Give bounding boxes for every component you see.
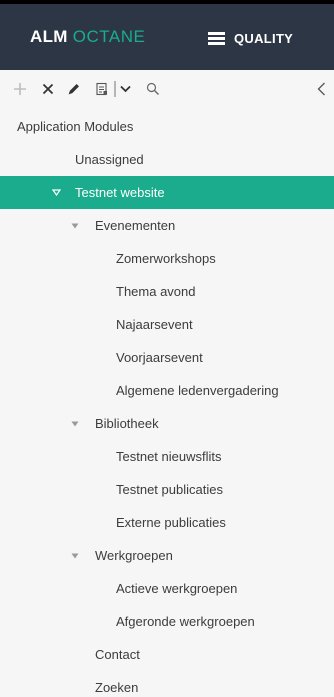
tree-toolbar <box>0 70 334 108</box>
top-bar: ALM OCTANE QUALITY <box>0 0 334 70</box>
tree-item-label: Externe publicaties <box>116 515 226 530</box>
tree-item-label: Algemene ledenvergadering <box>116 383 279 398</box>
tree-item-label: Werkgroepen <box>95 548 173 563</box>
tree-item-label: Testnet publicaties <box>116 482 223 497</box>
module-menu-button[interactable]: QUALITY <box>208 26 293 50</box>
edit-button[interactable] <box>66 80 82 98</box>
collapse-panel-button[interactable] <box>314 80 328 98</box>
tree-item[interactable]: Bibliotheek <box>0 407 334 440</box>
tree-root-label: Application Modules <box>17 119 134 134</box>
tree-item[interactable]: Testnet publicaties <box>0 473 334 506</box>
tree-item[interactable]: Testnet website <box>0 176 334 209</box>
tree-item[interactable]: Zoeken <box>0 671 334 697</box>
add-button[interactable] <box>12 80 28 98</box>
tree-item-label: Unassigned <box>75 152 144 167</box>
tree-item-label: Contact <box>95 647 140 662</box>
tree-item[interactable]: Voorjaarsevent <box>0 341 334 374</box>
tree-item[interactable]: Thema avond <box>0 275 334 308</box>
pencil-icon <box>68 84 79 95</box>
tree-item-label: Afgeronde werkgroepen <box>116 614 255 629</box>
tree-item[interactable]: Algemene ledenvergadering <box>0 374 334 407</box>
expand-toggle-icon[interactable] <box>70 419 80 429</box>
tree-root-item[interactable]: Application Modules <box>0 110 334 143</box>
report-dropdown-button[interactable] <box>118 80 132 98</box>
tree-panel: Application Modules Unassigned Testnet we… <box>0 70 334 697</box>
tree-item[interactable]: Externe publicaties <box>0 506 334 539</box>
brand-secondary: OCTANE <box>72 27 146 46</box>
tree-item[interactable]: Werkgroepen <box>0 539 334 572</box>
close-icon <box>42 83 54 95</box>
tree-item[interactable]: Afgeronde werkgroepen <box>0 605 334 638</box>
delete-button[interactable] <box>40 80 56 98</box>
expand-toggle-icon[interactable] <box>70 551 80 561</box>
tree-item-label: Testnet website <box>75 185 165 200</box>
tree-item-label: Bibliotheek <box>95 416 159 431</box>
tree-item-label: Voorjaarsevent <box>116 350 203 365</box>
tree-item-label: Actieve werkgroepen <box>116 581 238 596</box>
tree-item-label: Zoeken <box>95 680 139 695</box>
tree-item[interactable]: Evenementen <box>0 209 334 242</box>
report-button[interactable] <box>93 80 111 98</box>
tree-item[interactable]: Contact <box>0 638 334 671</box>
tree-item[interactable]: Testnet nieuwsflits <box>0 440 334 473</box>
expand-toggle-icon[interactable] <box>51 188 61 198</box>
module-label: QUALITY <box>234 30 294 46</box>
tree-item-label: Najaarsevent <box>116 317 193 332</box>
hamburger-icon <box>208 31 225 45</box>
expand-toggle-icon[interactable] <box>70 221 80 231</box>
plus-icon <box>14 83 26 95</box>
tree-item[interactable]: Actieve werkgroepen <box>0 572 334 605</box>
collapse-left-icon <box>317 82 325 96</box>
brand-logo[interactable]: ALM OCTANE <box>30 27 145 49</box>
chevron-down-icon <box>119 85 131 93</box>
tree-item-label: Testnet nieuwsflits <box>116 449 222 464</box>
brand-primary: ALM <box>30 27 68 46</box>
tree-item[interactable]: Unassigned <box>0 143 334 176</box>
tree-item-label: Thema avond <box>116 284 196 299</box>
report-icon <box>96 82 107 96</box>
search-button[interactable] <box>144 80 162 98</box>
tree-item-label: Zomerworkshops <box>116 251 216 266</box>
tree-item[interactable]: Najaarsevent <box>0 308 334 341</box>
search-icon <box>146 82 159 95</box>
tree-item-label: Evenementen <box>95 218 176 233</box>
tree-item[interactable]: Zomerworkshops <box>0 242 334 275</box>
